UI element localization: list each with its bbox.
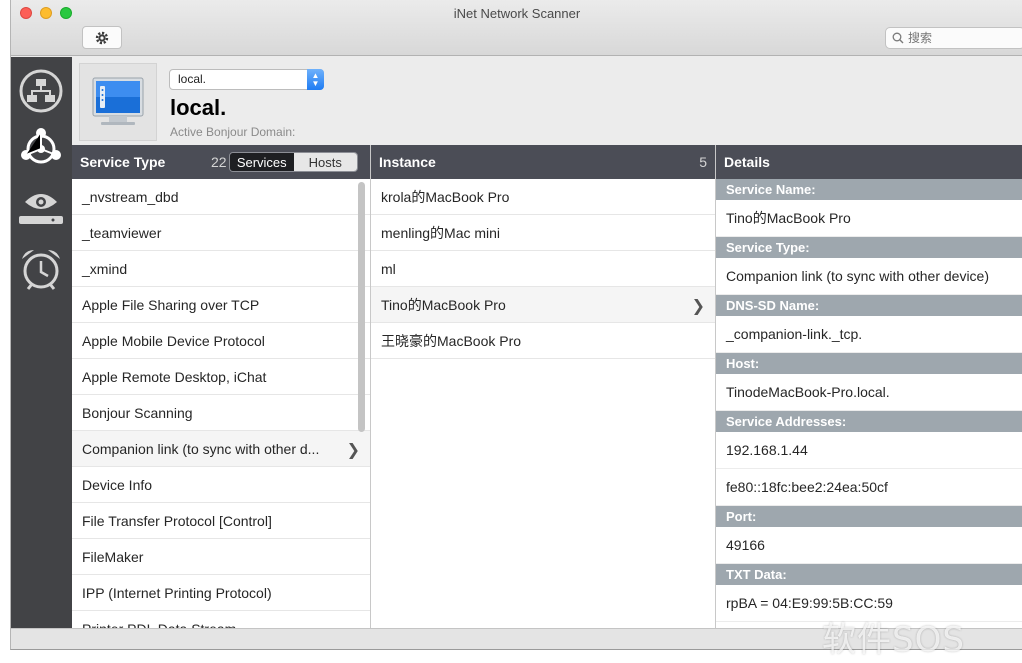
instance-label: 王晓豪的MacBook Pro bbox=[381, 332, 522, 349]
instance-count: 5 bbox=[699, 154, 707, 170]
detail-service-type: Companion link (to sync with other devic… bbox=[716, 258, 1022, 295]
search-icon bbox=[892, 32, 904, 44]
service-type-row[interactable]: _nvstream_dbd bbox=[72, 179, 370, 215]
instance-label: krola的MacBook Pro bbox=[381, 188, 510, 205]
detail-service-name: Tino的MacBook Pro bbox=[716, 200, 1022, 237]
search-input[interactable] bbox=[908, 31, 1008, 45]
detail-dnssd: _companion-link._tcp. bbox=[716, 316, 1022, 353]
service-type-label: _nvstream_dbd bbox=[82, 188, 179, 205]
service-type-row[interactable]: Apple File Sharing over TCP bbox=[72, 287, 370, 323]
app-window: iNet Network Scanner 搜索 local. ▲ ▼ local… bbox=[10, 0, 1022, 650]
alarm-clock-icon[interactable] bbox=[17, 245, 65, 293]
service-type-row[interactable]: Apple Mobile Device Protocol bbox=[72, 323, 370, 359]
service-type-label: Bonjour Scanning bbox=[82, 404, 193, 421]
service-type-label: IPP (Internet Printing Protocol) bbox=[82, 584, 272, 601]
sidebar bbox=[11, 57, 72, 628]
service-type-label: Apple File Sharing over TCP bbox=[82, 296, 260, 313]
instance-header: Instance 5 bbox=[371, 145, 715, 179]
service-list-scrollbar[interactable] bbox=[358, 182, 365, 432]
service-type-row[interactable]: _xmind bbox=[72, 251, 370, 287]
watch-icon[interactable] bbox=[17, 183, 65, 231]
detail-label-dnssd: DNS-SD Name: bbox=[716, 295, 1022, 316]
detail-address-v6: fe80::18fc:bee2:24ea:50cf bbox=[716, 469, 1022, 506]
instance-label: ml bbox=[381, 260, 396, 277]
detail-host: TinodeMacBook-Pro.local. bbox=[716, 374, 1022, 411]
service-type-row[interactable]: Printer PDL Data Stream bbox=[72, 611, 370, 629]
watermark-text: 软件SOS bbox=[822, 620, 965, 660]
chevron-right-icon: ❯ bbox=[346, 442, 360, 459]
title-bar: iNet Network Scanner bbox=[11, 0, 1022, 56]
service-type-count: 22 bbox=[211, 154, 227, 170]
service-type-label: Printer PDL Data Stream bbox=[82, 621, 236, 629]
domain-select[interactable]: local. ▲ ▼ bbox=[169, 69, 324, 90]
service-type-title: Service Type bbox=[80, 154, 166, 170]
detail-label-service-type: Service Type: bbox=[716, 237, 1022, 258]
domain-select-value: local. bbox=[178, 72, 207, 86]
service-type-row[interactable]: Companion link (to sync with other d... ❯ bbox=[72, 431, 370, 467]
instance-row[interactable]: ml bbox=[371, 251, 715, 287]
domain-subtitle: Active Bonjour Domain: bbox=[170, 125, 296, 139]
details-title: Details bbox=[724, 154, 770, 170]
detail-label-txt: TXT Data: bbox=[716, 564, 1022, 585]
service-type-label: Apple Remote Desktop, iChat bbox=[82, 368, 267, 385]
details-header: Details bbox=[716, 145, 1022, 179]
details-panel: Service Name: Tino的MacBook Pro Service T… bbox=[716, 179, 1022, 628]
network-icon[interactable] bbox=[17, 67, 65, 115]
computer-display-icon bbox=[79, 63, 157, 141]
domain-title: local. bbox=[170, 95, 227, 120]
service-type-row[interactable]: IPP (Internet Printing Protocol) bbox=[72, 575, 370, 611]
service-type-label: _teamviewer bbox=[82, 224, 162, 241]
instance-row[interactable]: menling的Mac mini bbox=[371, 215, 715, 251]
service-type-header: Service Type 22 Services Hosts bbox=[72, 145, 370, 179]
bonjour-icon[interactable] bbox=[17, 125, 65, 173]
detail-label-host: Host: bbox=[716, 353, 1022, 374]
service-type-label: FileMaker bbox=[82, 548, 144, 565]
service-type-label: Device Info bbox=[82, 476, 153, 493]
chevron-right-icon: ❯ bbox=[691, 298, 705, 315]
chevron-updown-icon: ▲ ▼ bbox=[307, 69, 324, 90]
instance-row[interactable]: 王晓豪的MacBook Pro bbox=[371, 323, 715, 359]
gear-icon bbox=[95, 31, 109, 44]
service-type-row[interactable]: Bonjour Scanning bbox=[72, 395, 370, 431]
instance-label: Tino的MacBook Pro bbox=[381, 296, 506, 313]
tab-hosts[interactable]: Hosts bbox=[293, 153, 357, 171]
service-type-row[interactable]: Apple Remote Desktop, iChat bbox=[72, 359, 370, 395]
detail-label-addresses: Service Addresses: bbox=[716, 411, 1022, 432]
settings-button[interactable] bbox=[82, 26, 122, 49]
instance-title: Instance bbox=[379, 154, 436, 170]
window-title: iNet Network Scanner bbox=[453, 6, 581, 21]
detail-label-service-name: Service Name: bbox=[716, 179, 1022, 200]
search-field[interactable] bbox=[885, 27, 1022, 49]
service-type-label: Apple Mobile Device Protocol bbox=[82, 332, 265, 349]
service-type-list: _nvstream_dbd _teamviewer _xmind Apple File… bbox=[72, 179, 370, 628]
domain-header: local. ▲ ▼ local. Active Bonjour Domain: bbox=[72, 57, 1022, 145]
instance-row[interactable]: Tino的MacBook Pro ❯ bbox=[371, 287, 715, 323]
service-type-row[interactable]: FileMaker bbox=[72, 539, 370, 575]
detail-address-v4: 192.168.1.44 bbox=[716, 432, 1022, 469]
instance-row[interactable]: krola的MacBook Pro bbox=[371, 179, 715, 215]
services-hosts-segmented-control[interactable]: Services Hosts bbox=[229, 152, 358, 172]
detail-label-port: Port: bbox=[716, 506, 1022, 527]
service-type-label: File Transfer Protocol [Control] bbox=[82, 512, 272, 529]
service-type-row[interactable]: Device Info bbox=[72, 467, 370, 503]
service-type-label: Companion link (to sync with other d... bbox=[82, 440, 320, 457]
tab-services[interactable]: Services bbox=[230, 153, 294, 171]
service-type-row[interactable]: File Transfer Protocol [Control] bbox=[72, 503, 370, 539]
instance-list: krola的MacBook Pro menling的Mac mini ml Tino的… bbox=[371, 179, 715, 628]
service-type-row[interactable]: _teamviewer bbox=[72, 215, 370, 251]
detail-port: 49166 bbox=[716, 527, 1022, 564]
service-type-label: _xmind bbox=[82, 260, 128, 277]
instance-label: menling的Mac mini bbox=[381, 224, 501, 241]
